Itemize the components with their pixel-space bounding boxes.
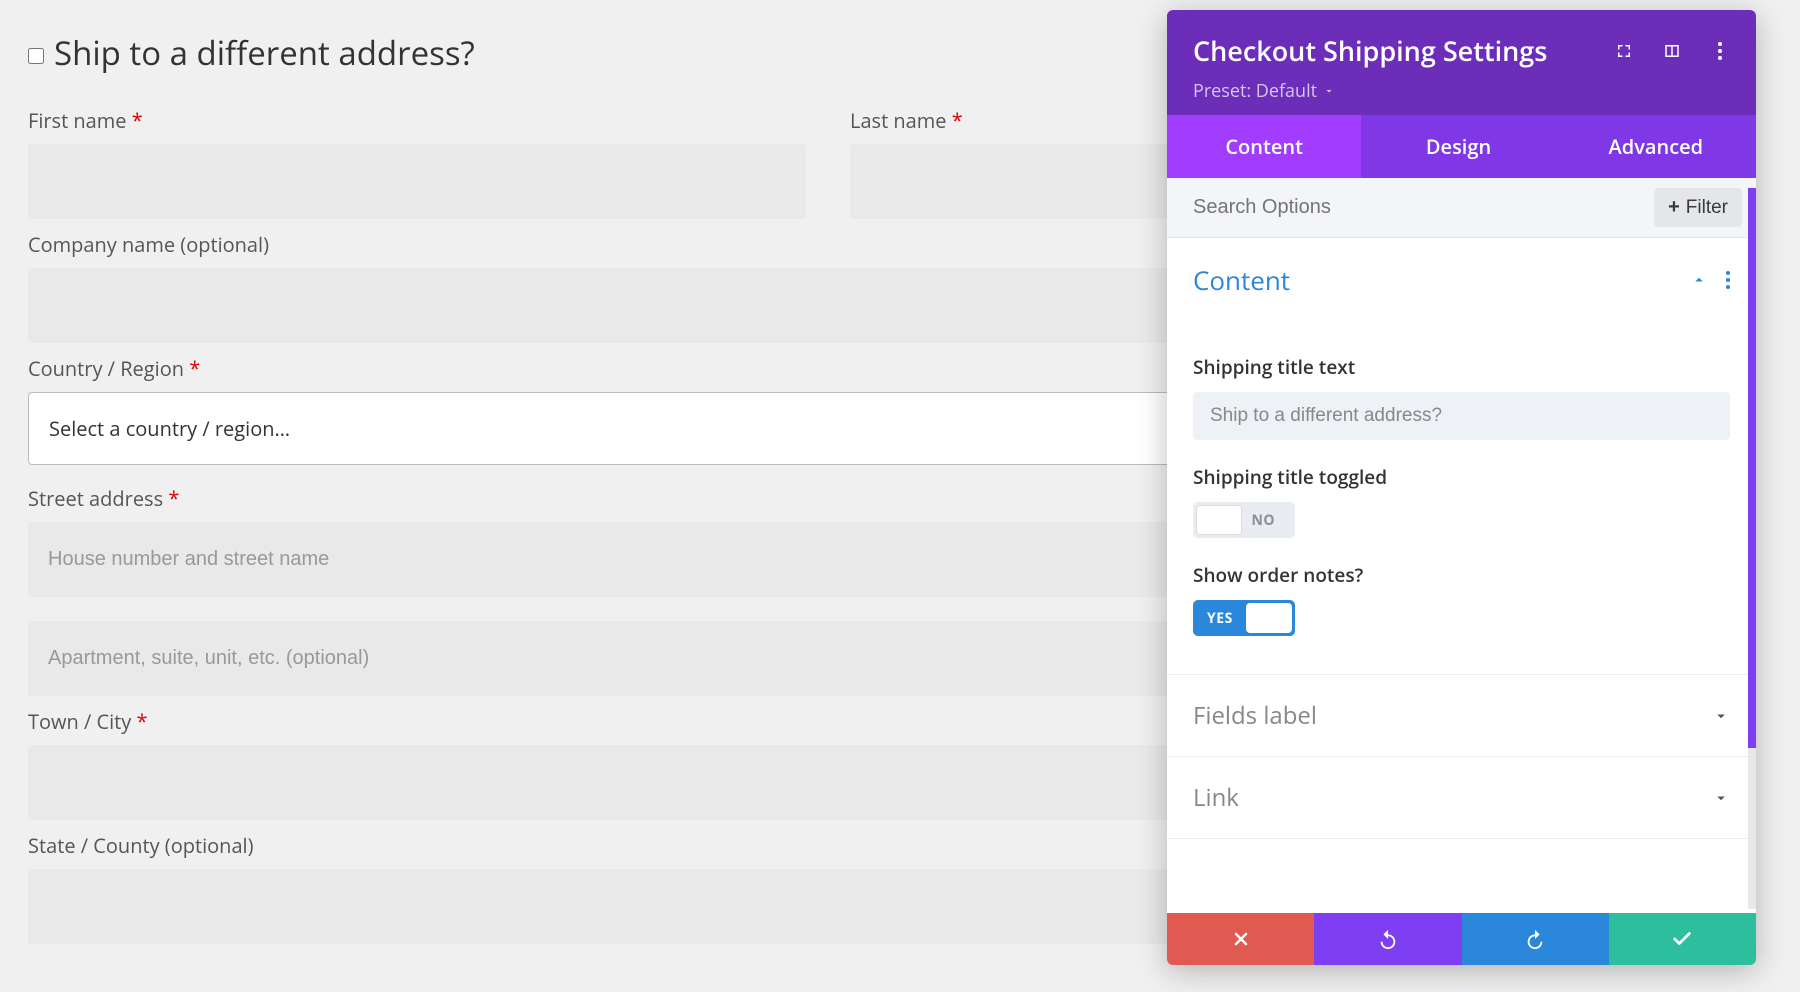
columns-icon[interactable] bbox=[1662, 41, 1682, 61]
tab-advanced[interactable]: Advanced bbox=[1556, 115, 1756, 178]
panel-header: Checkout Shipping Settings Preset: Defau… bbox=[1167, 10, 1756, 115]
panel-search-row: + Filter bbox=[1167, 178, 1756, 238]
show-order-notes-label: Show order notes? bbox=[1193, 562, 1730, 588]
panel-scrollbar-thumb[interactable] bbox=[1748, 188, 1756, 748]
toggle-on-label: YES bbox=[1207, 609, 1233, 628]
settings-panel: Checkout Shipping Settings Preset: Defau… bbox=[1167, 10, 1756, 965]
tab-content[interactable]: Content bbox=[1167, 115, 1361, 178]
shipping-title-text-input[interactable] bbox=[1193, 392, 1730, 440]
undo-icon bbox=[1377, 928, 1399, 950]
toggle-knob bbox=[1246, 603, 1292, 633]
panel-footer bbox=[1167, 913, 1756, 965]
section-fields-label-title: Fields label bbox=[1193, 699, 1317, 732]
section-kebab-icon[interactable] bbox=[1726, 271, 1730, 289]
first-name-label: First name * bbox=[28, 107, 806, 134]
kebab-icon[interactable] bbox=[1710, 41, 1730, 61]
ship-different-address-checkbox[interactable] bbox=[28, 48, 44, 64]
section-content-header[interactable]: Content bbox=[1167, 238, 1756, 322]
chevron-down-icon bbox=[1712, 789, 1730, 807]
show-order-notes-switch[interactable]: YES bbox=[1193, 600, 1295, 636]
section-link-title: Link bbox=[1193, 781, 1239, 814]
section-fields-label-header[interactable]: Fields label bbox=[1167, 675, 1756, 756]
filter-button-label: Filter bbox=[1686, 197, 1728, 219]
check-icon bbox=[1671, 928, 1693, 950]
search-options-input[interactable] bbox=[1193, 196, 1654, 219]
redo-icon bbox=[1524, 928, 1546, 950]
panel-title: Checkout Shipping Settings bbox=[1193, 32, 1547, 69]
section-fields-label: Fields label bbox=[1167, 675, 1756, 757]
chevron-up-icon bbox=[1690, 271, 1708, 289]
plus-icon: + bbox=[1668, 196, 1680, 219]
filter-button[interactable]: + Filter bbox=[1654, 188, 1742, 227]
country-region-placeholder: Select a country / region… bbox=[49, 415, 290, 442]
shipping-title-toggled-switch[interactable]: NO bbox=[1193, 502, 1295, 538]
section-link: Link bbox=[1167, 757, 1756, 839]
preset-label: Preset: Default bbox=[1193, 79, 1317, 103]
settings-tabs: Content Design Advanced bbox=[1167, 115, 1756, 178]
toggle-knob bbox=[1196, 505, 1242, 535]
redo-button[interactable] bbox=[1462, 913, 1609, 965]
expand-icon[interactable] bbox=[1614, 41, 1634, 61]
shipping-title-toggled-label: Shipping title toggled bbox=[1193, 464, 1730, 490]
close-icon bbox=[1231, 929, 1251, 949]
toggle-off-label: NO bbox=[1251, 511, 1275, 530]
section-content-title: Content bbox=[1193, 262, 1290, 298]
tab-design[interactable]: Design bbox=[1361, 115, 1555, 178]
save-button[interactable] bbox=[1609, 913, 1756, 965]
panel-body: Content Shipping title text Shipping tit… bbox=[1167, 238, 1756, 913]
section-content: Content Shipping title text Shipping tit… bbox=[1167, 238, 1756, 675]
ship-different-address-title: Ship to a different address? bbox=[54, 30, 475, 75]
first-name-input[interactable] bbox=[28, 144, 806, 219]
chevron-down-icon bbox=[1712, 707, 1730, 725]
shipping-title-text-label: Shipping title text bbox=[1193, 354, 1730, 380]
cancel-button[interactable] bbox=[1167, 913, 1314, 965]
undo-button[interactable] bbox=[1314, 913, 1461, 965]
panel-scrollbar-track[interactable] bbox=[1748, 188, 1756, 909]
section-link-header[interactable]: Link bbox=[1167, 757, 1756, 838]
preset-dropdown[interactable]: Preset: Default bbox=[1193, 79, 1730, 103]
